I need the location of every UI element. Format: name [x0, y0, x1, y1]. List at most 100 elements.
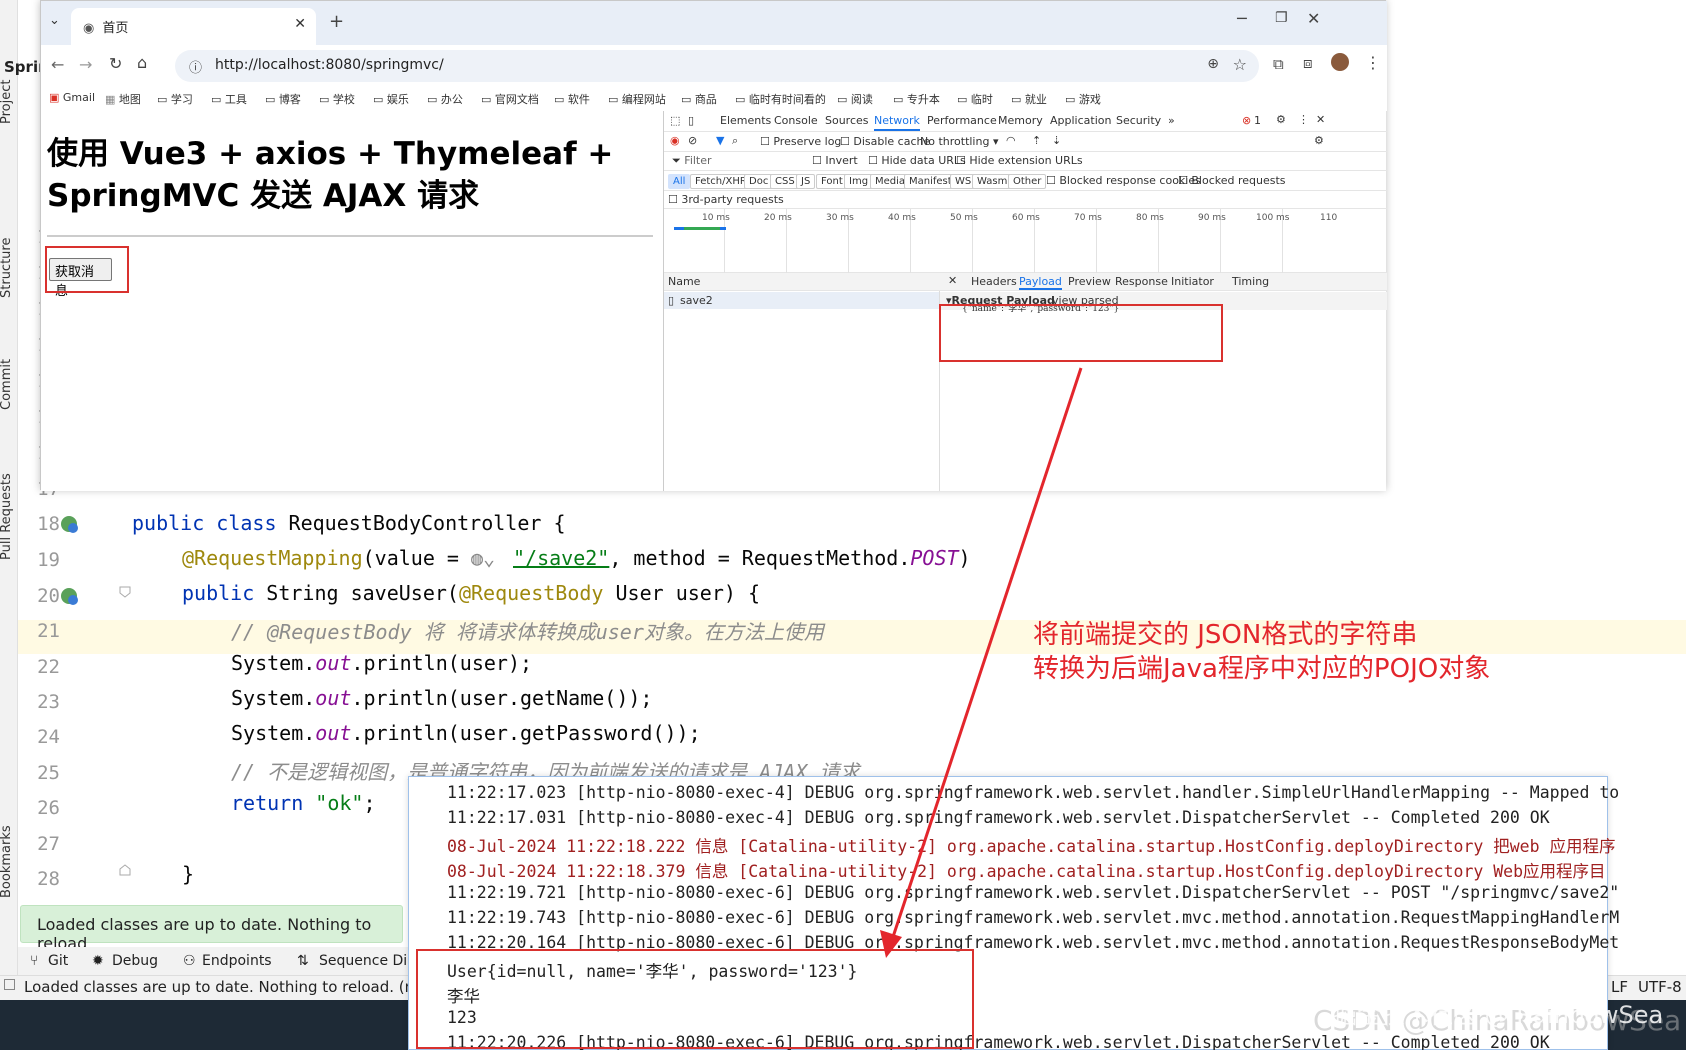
new-tab-icon[interactable]: + — [329, 11, 344, 32]
bookmark-folder[interactable]: ▭ 软件 — [554, 91, 590, 107]
device-icon[interactable]: ▯ — [688, 114, 694, 127]
detail-tab[interactable]: Initiator — [1171, 275, 1214, 288]
devtools-tab[interactable]: Application — [1050, 114, 1111, 127]
bookmark-folder[interactable]: ▭ 工具 — [211, 91, 247, 107]
bookmark-folder[interactable]: ▭ 专升本 — [893, 91, 940, 107]
filter-icon[interactable]: ▼ — [716, 134, 724, 147]
side-tab-pull-requests[interactable]: Pull Requests — [0, 473, 14, 560]
wifi-icon[interactable]: ◠ — [1006, 134, 1016, 147]
chip-wasm[interactable]: Wasm — [972, 174, 1013, 189]
menu-icon[interactable]: ⋮ — [1365, 53, 1381, 72]
reload-notice-balloon[interactable]: Loaded classes are up to date. Nothing t… — [20, 905, 403, 953]
hide-extension-urls-checkbox[interactable]: ☐ Hide extension URLs — [956, 154, 1083, 167]
settings-icon[interactable]: ⚙ — [1276, 113, 1286, 126]
devtools-tab-network[interactable]: Network — [874, 114, 920, 131]
forward-icon[interactable]: → — [79, 55, 92, 74]
network-timeline[interactable]: 10 ms 20 ms 30 ms 40 ms 50 ms 60 ms 70 m… — [664, 209, 1387, 273]
tool-tab-git[interactable]: Git — [48, 953, 68, 969]
bookmark-folder[interactable]: ▭ 就业 — [1011, 91, 1047, 107]
line-separator[interactable]: LF — [1611, 978, 1628, 996]
preserve-log-checkbox[interactable]: ☐ Preserve log — [760, 135, 841, 148]
bookmark-gmail[interactable]: ▣ Gmail — [49, 91, 95, 104]
chip-all[interactable]: All — [668, 174, 691, 189]
fold-end-icon[interactable] — [118, 863, 132, 877]
tab-search-icon[interactable]: ⌄ — [49, 13, 60, 28]
chip-manifest[interactable]: Manifest — [904, 174, 957, 189]
close-tab-icon[interactable]: ✕ — [294, 16, 306, 32]
chip-fetch-xhr[interactable]: Fetch/XHR — [690, 174, 752, 189]
inspect-icon[interactable]: ⬚ — [670, 114, 680, 127]
url-bar[interactable]: ⓘ http://localhost:8080/springmvc/ ⊕ ☆ — [175, 50, 1259, 82]
home-icon[interactable]: ⌂ — [137, 53, 147, 72]
side-tab-commit[interactable]: Commit — [0, 359, 14, 410]
request-row[interactable]: ▯ save2 — [664, 292, 939, 309]
bookmark-folder[interactable]: ▭ 学习 — [157, 91, 193, 107]
filter-input[interactable]: ⏷ Filter — [672, 154, 712, 168]
devtools-tab[interactable]: Sources — [825, 114, 869, 127]
reload-icon[interactable]: ↻ — [109, 54, 122, 73]
third-party-checkbox[interactable]: ☐ 3rd-party requests — [668, 193, 784, 206]
tool-tab-debug[interactable]: Debug — [112, 953, 158, 969]
disable-cache-checkbox[interactable]: ☐ Disable cache — [840, 135, 930, 148]
detail-tab[interactable]: Preview — [1068, 275, 1111, 288]
bookmark-folder[interactable]: ▭ 阅读 — [837, 91, 873, 107]
spring-mapping-icon[interactable] — [58, 585, 80, 607]
bookmark-folder[interactable]: ▭ 博客 — [265, 91, 301, 107]
tab-groups-icon[interactable]: ⧉ — [1273, 55, 1284, 73]
close-detail-icon[interactable]: ✕ — [948, 274, 957, 287]
record-icon[interactable]: ◉ — [670, 134, 680, 147]
detail-tab[interactable]: Headers — [971, 275, 1017, 288]
bookmark-folder[interactable]: ▭ 临时 — [957, 91, 993, 107]
devtools-tab[interactable]: Console — [774, 114, 818, 127]
devtools-tab[interactable]: Memory — [998, 114, 1043, 127]
blocked-requests-checkbox[interactable]: ☐ Blocked requests — [1178, 174, 1286, 187]
maximize-icon[interactable]: ❐ — [1275, 10, 1288, 26]
devtools-tab[interactable]: Performance — [927, 114, 997, 127]
spring-bean-icon[interactable] — [58, 513, 80, 535]
more-icon[interactable]: ⋮ — [1298, 113, 1309, 126]
zoom-icon[interactable]: ⊕ — [1207, 56, 1219, 72]
devtools-tab[interactable]: Elements — [720, 114, 771, 127]
network-settings-icon[interactable]: ⚙ — [1314, 134, 1324, 147]
more-tabs-icon[interactable]: » — [1168, 114, 1175, 127]
side-tab-project[interactable]: Project — [0, 80, 14, 124]
devtools-tab[interactable]: Security — [1116, 114, 1161, 127]
fold-icon[interactable] — [118, 585, 132, 599]
bookmark-folder[interactable]: ▭ 娱乐 — [373, 91, 409, 107]
globe-icon[interactable]: ◍⌄ — [471, 546, 513, 570]
bookmark-folder[interactable]: ▭ 编程网站 — [608, 91, 666, 107]
chip-font[interactable]: Font — [816, 174, 848, 189]
detail-tab[interactable]: Response — [1115, 275, 1168, 288]
chip-doc[interactable]: Doc — [744, 174, 774, 189]
bookmark-folder[interactable]: ▭ 商品 — [681, 91, 717, 107]
close-window-icon[interactable]: ✕ — [1307, 9, 1320, 28]
site-info-icon[interactable]: ⓘ — [189, 57, 202, 76]
download-icon[interactable]: ⇣ — [1052, 134, 1061, 147]
bookmark-folder[interactable]: ▭ 官网文档 — [481, 91, 539, 107]
extensions-icon[interactable]: ⧈ — [1303, 54, 1313, 72]
side-tab-structure[interactable]: Structure — [0, 238, 14, 298]
back-icon[interactable]: ← — [51, 55, 64, 74]
chip-other[interactable]: Other — [1008, 174, 1047, 189]
bookmark-folder[interactable]: ▭ 游戏 — [1065, 91, 1101, 107]
error-icon[interactable]: ⊗ — [1242, 114, 1251, 127]
side-tab-bookmarks[interactable]: Bookmarks — [0, 825, 14, 898]
minimize-icon[interactable]: ─ — [1237, 9, 1247, 28]
chip-img[interactable]: Img — [844, 174, 874, 189]
upload-icon[interactable]: ⇡ — [1032, 134, 1041, 147]
bookmark-folder[interactable]: ▭ 学校 — [319, 91, 355, 107]
browser-tab[interactable]: ◉ 首页 ✕ — [71, 8, 316, 45]
name-column-header[interactable]: Name — [668, 275, 700, 288]
detail-tab-payload[interactable]: Payload — [1019, 275, 1062, 290]
bookmark-folder[interactable]: ▭ 办公 — [427, 91, 463, 107]
invert-checkbox[interactable]: ☐ Invert — [812, 154, 858, 167]
bookmark-maps[interactable]: ▦ 地图 — [105, 91, 141, 107]
throttling-select[interactable]: No throttling ▾ — [920, 135, 998, 148]
search-icon[interactable]: ⌕ — [732, 134, 738, 148]
avatar[interactable] — [1331, 53, 1349, 71]
close-devtools-icon[interactable]: ✕ — [1316, 113, 1325, 126]
hide-data-urls-checkbox[interactable]: ☐ Hide data URLs — [868, 154, 966, 167]
string-literal[interactable]: "/save2" — [513, 546, 609, 570]
bookmark-folder[interactable]: ▭ 临时有时间看的 — [735, 91, 826, 107]
clear-icon[interactable]: ⊘ — [688, 134, 697, 147]
